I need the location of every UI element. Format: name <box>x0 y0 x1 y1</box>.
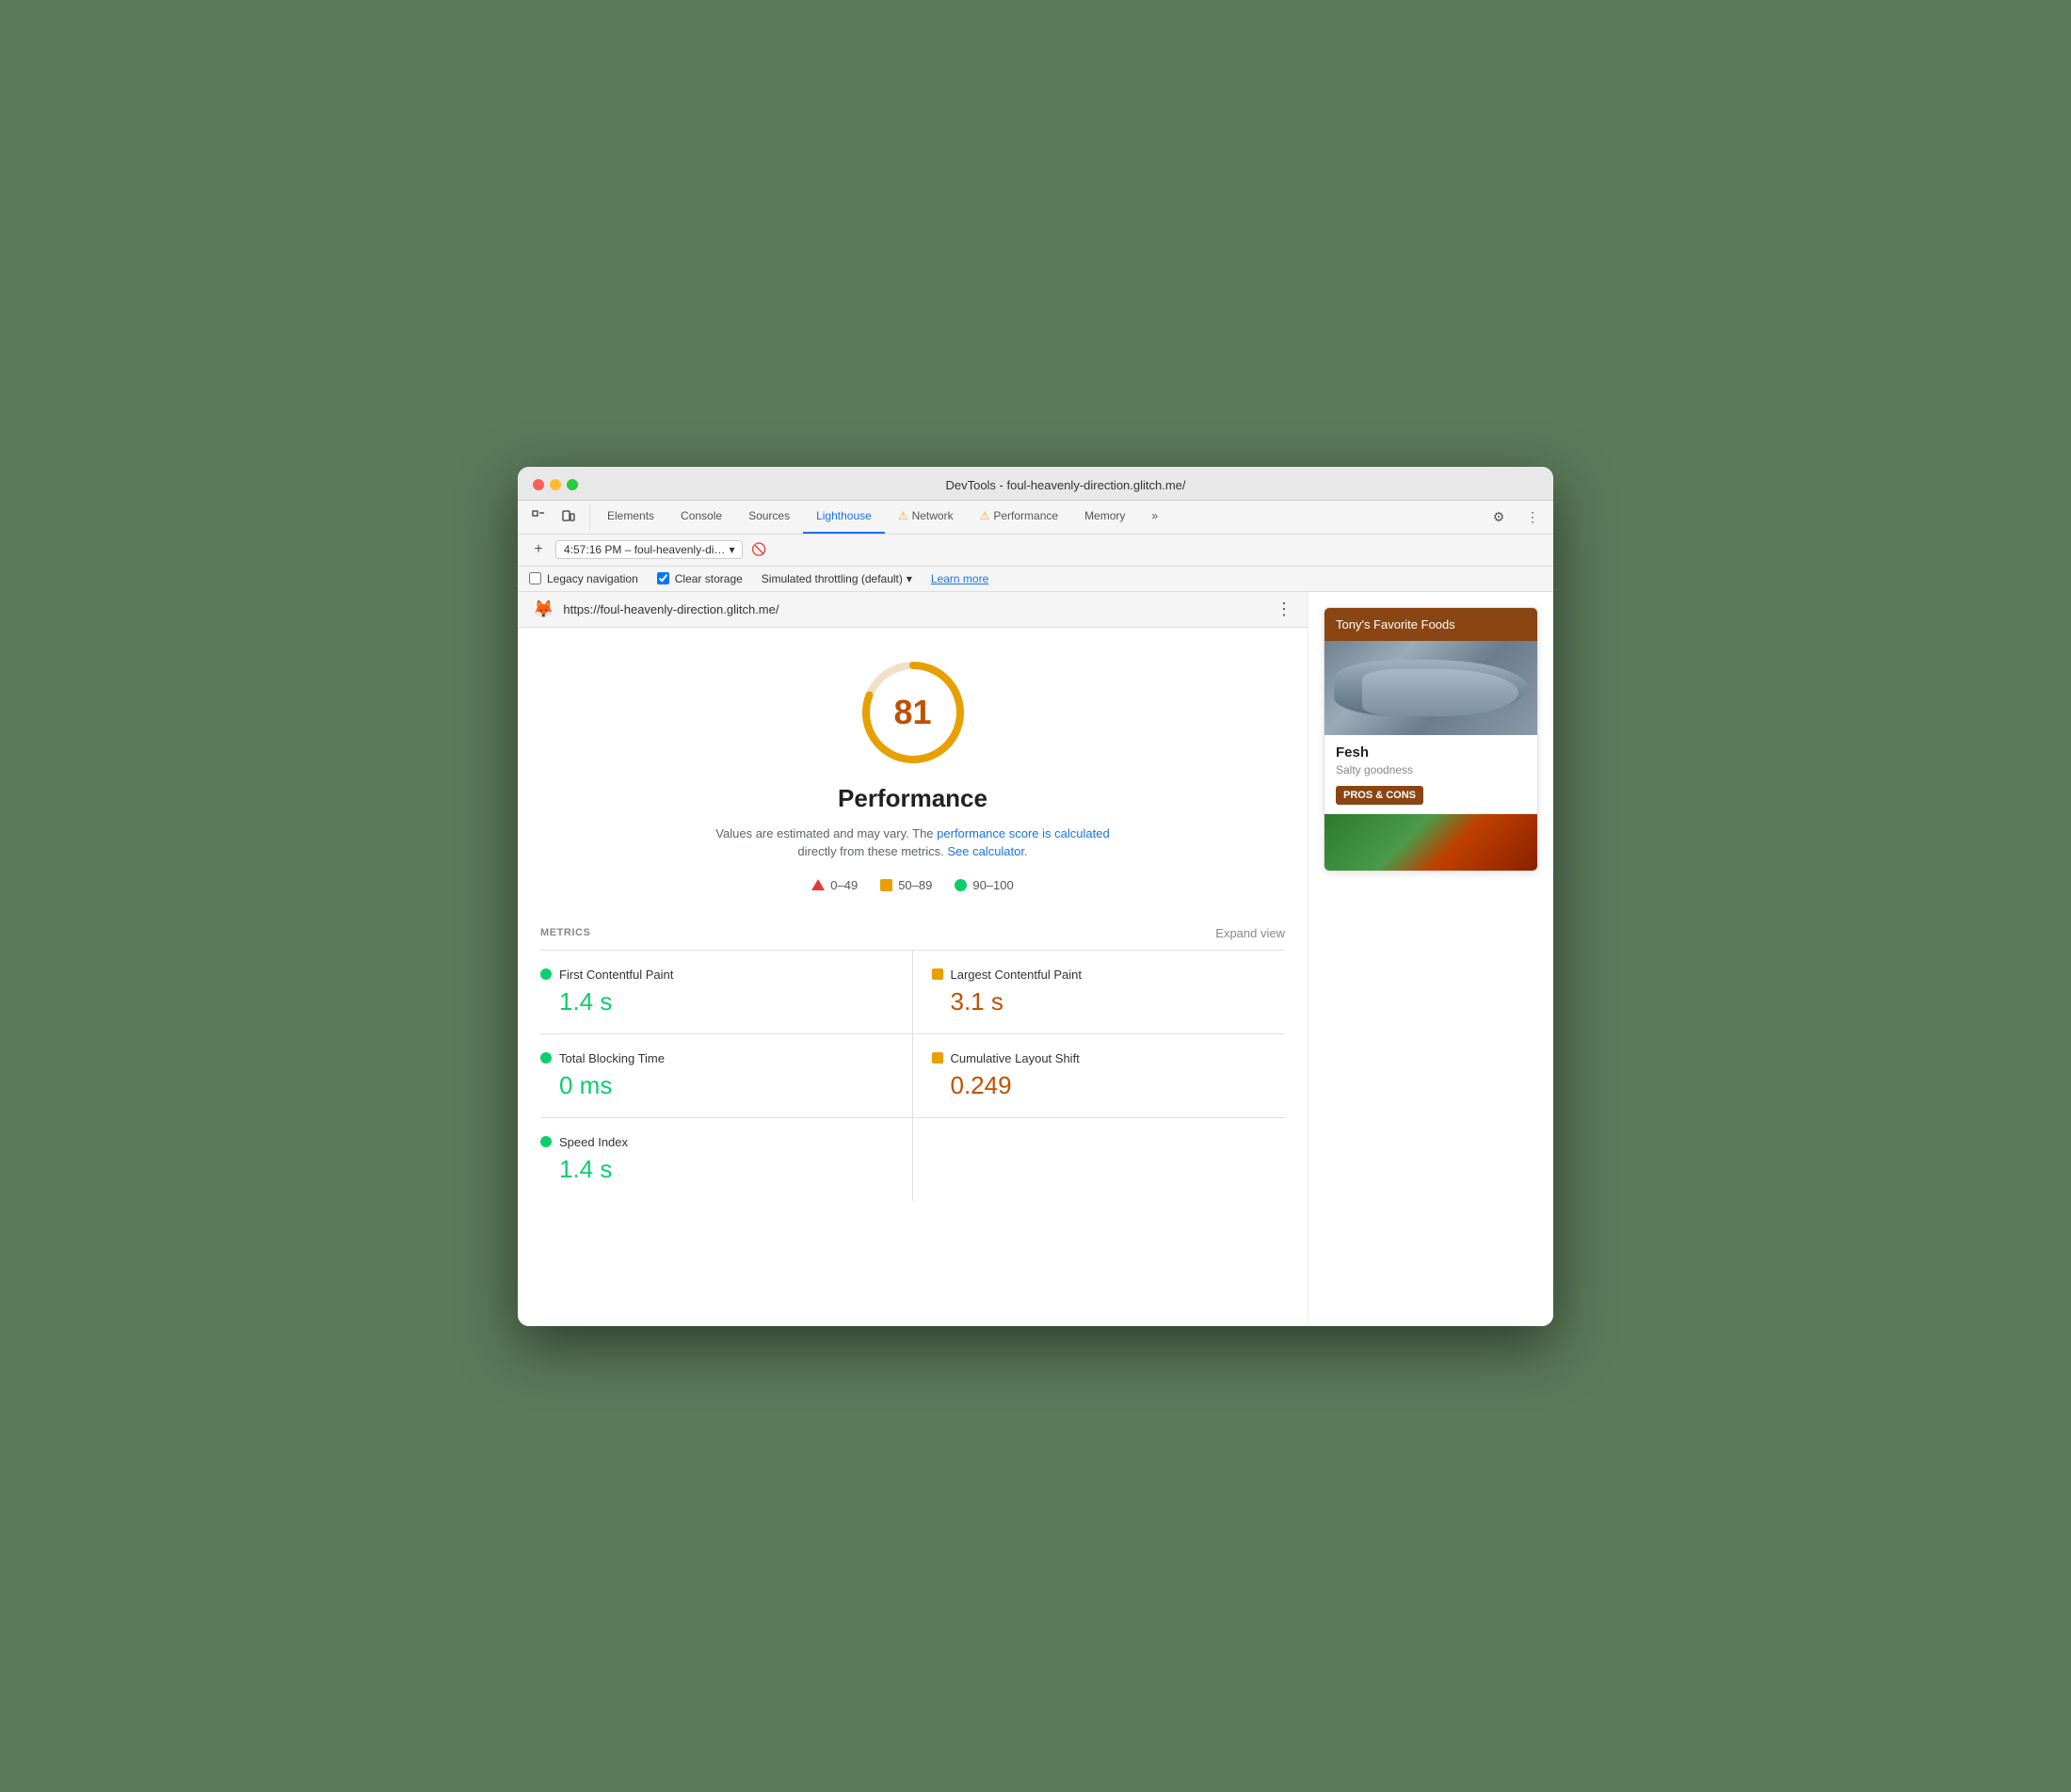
add-session-button[interactable]: + <box>529 540 548 559</box>
metric-tbt: Total Blocking Time 0 ms <box>540 1034 913 1118</box>
preview-card: Tony's Favorite Foods Fesh Salty goodnes… <box>1324 607 1538 872</box>
toolbar-right: ⚙ ⋮ <box>1485 504 1546 530</box>
preview-header: Tony's Favorite Foods <box>1324 608 1537 641</box>
toolbar-icons <box>525 504 590 530</box>
devtools-window: DevTools - foul-heavenly-direction.glitc… <box>518 467 1553 1326</box>
tab-performance[interactable]: ⚠ Performance <box>967 501 1071 534</box>
cls-status-icon <box>932 1052 943 1064</box>
si-status-icon <box>540 1136 552 1147</box>
metric-cls: Cumulative Layout Shift 0.249 <box>913 1034 1286 1118</box>
session-dropdown-icon: ▾ <box>729 543 734 556</box>
cls-value: 0.249 <box>932 1071 1286 1100</box>
legend-bad: 0–49 <box>811 878 858 892</box>
fcp-value: 1.4 s <box>540 987 893 1016</box>
session-label[interactable]: 4:57:16 PM – foul-heavenly-di… ▾ <box>555 540 743 559</box>
clear-storage-checkbox[interactable] <box>657 572 669 584</box>
lcp-name: Largest Contentful Paint <box>951 968 1082 982</box>
preview-food-desc: Salty goodness <box>1336 763 1526 776</box>
traffic-lights <box>533 479 578 490</box>
metrics-label: METRICS <box>540 927 590 938</box>
device-icon[interactable] <box>555 504 582 530</box>
minimize-button[interactable] <box>550 479 561 490</box>
url-text: https://foul-heavenly-direction.glitch.m… <box>563 602 1266 616</box>
metric-empty <box>913 1118 1286 1201</box>
fcp-status-icon <box>540 968 552 980</box>
preview-food-image <box>1324 641 1537 735</box>
url-more-button[interactable]: ⋮ <box>1276 600 1292 619</box>
tbt-value: 0 ms <box>540 1071 893 1100</box>
clear-storage-option[interactable]: Clear storage <box>657 572 743 585</box>
good-range-icon <box>955 879 967 891</box>
legend-good: 90–100 <box>955 878 1013 892</box>
throttle-dropdown-icon: ▾ <box>907 572 912 585</box>
url-bar: 🦊 https://foul-heavenly-direction.glitch… <box>518 592 1308 628</box>
tbt-status-icon <box>540 1052 552 1064</box>
left-panel: 🦊 https://foul-heavenly-direction.glitch… <box>518 592 1308 1326</box>
tab-list: Elements Console Sources Lighthouse ⚠ Ne… <box>594 501 1171 534</box>
bad-range-icon <box>811 879 825 890</box>
metrics-section: METRICS Expand view First Contentful Pai… <box>540 911 1285 1201</box>
options-bar: Legacy navigation Clear storage Simulate… <box>518 567 1553 592</box>
learn-more-link[interactable]: Learn more <box>931 572 988 585</box>
score-section: 81 Performance Values are estimated and … <box>540 628 1285 911</box>
tab-sources[interactable]: Sources <box>735 501 803 534</box>
more-options-icon[interactable]: ⋮ <box>1519 504 1546 530</box>
tab-elements[interactable]: Elements <box>594 501 667 534</box>
secondary-toolbar: + 4:57:16 PM – foul-heavenly-di… ▾ 🚫 <box>518 535 1553 567</box>
tbt-name: Total Blocking Time <box>559 1051 665 1065</box>
right-panel: Tony's Favorite Foods Fesh Salty goodnes… <box>1308 592 1553 1326</box>
delete-session-button[interactable]: 🚫 <box>750 541 767 558</box>
score-value: 81 <box>893 693 931 732</box>
si-value: 1.4 s <box>540 1155 893 1184</box>
network-warning-icon: ⚠ <box>898 509 908 522</box>
metric-lcp: Largest Contentful Paint 3.1 s <box>913 951 1286 1034</box>
fcp-name: First Contentful Paint <box>559 968 673 982</box>
tab-more[interactable]: » <box>1138 501 1171 534</box>
tab-lighthouse[interactable]: Lighthouse <box>803 501 885 534</box>
score-circle: 81 <box>857 656 970 769</box>
maximize-button[interactable] <box>567 479 578 490</box>
performance-score-link[interactable]: performance score is calculated <box>937 826 1110 840</box>
tab-console[interactable]: Console <box>667 501 735 534</box>
legacy-navigation-checkbox[interactable] <box>529 572 541 584</box>
inspect-icon[interactable] <box>525 504 552 530</box>
settings-icon[interactable]: ⚙ <box>1485 504 1512 530</box>
metrics-grid: First Contentful Paint 1.4 s Largest Con… <box>540 951 1285 1201</box>
metrics-header: METRICS Expand view <box>540 926 1285 951</box>
title-bar: DevTools - foul-heavenly-direction.glitc… <box>518 467 1553 501</box>
metric-si: Speed Index 1.4 s <box>540 1118 913 1201</box>
medium-range-icon <box>880 879 892 891</box>
window-title: DevTools - foul-heavenly-direction.glitc… <box>593 478 1538 492</box>
preview-bottom-image <box>1324 814 1537 871</box>
score-legend: 0–49 50–89 90–100 <box>811 878 1013 892</box>
legend-medium: 50–89 <box>880 878 932 892</box>
lcp-status-icon <box>932 968 943 980</box>
pros-cons-button[interactable]: PROS & CONS <box>1336 786 1423 805</box>
si-name: Speed Index <box>559 1135 628 1149</box>
tab-memory[interactable]: Memory <box>1071 501 1138 534</box>
main-content: 🦊 https://foul-heavenly-direction.glitch… <box>518 592 1553 1326</box>
preview-food-name: Fesh <box>1336 744 1526 760</box>
tab-toolbar: Elements Console Sources Lighthouse ⚠ Ne… <box>518 501 1553 535</box>
fish-decoration-2 <box>1362 669 1518 716</box>
close-button[interactable] <box>533 479 544 490</box>
tab-network[interactable]: ⚠ Network <box>885 501 967 534</box>
throttle-select[interactable]: Simulated throttling (default) ▾ <box>762 572 912 585</box>
score-title: Performance <box>838 784 987 813</box>
lcp-value: 3.1 s <box>932 987 1286 1016</box>
legacy-navigation-option[interactable]: Legacy navigation <box>529 572 638 585</box>
cls-name: Cumulative Layout Shift <box>951 1051 1080 1065</box>
score-description: Values are estimated and may vary. The p… <box>715 824 1111 861</box>
performance-warning-icon: ⚠ <box>980 509 990 522</box>
metric-fcp: First Contentful Paint 1.4 s <box>540 951 913 1034</box>
expand-view-button[interactable]: Expand view <box>1215 926 1285 940</box>
calculator-link[interactable]: See calculator. <box>947 844 1027 858</box>
preview-info: Fesh Salty goodness PROS & CONS <box>1324 735 1537 814</box>
url-favicon: 🦊 <box>533 600 554 619</box>
